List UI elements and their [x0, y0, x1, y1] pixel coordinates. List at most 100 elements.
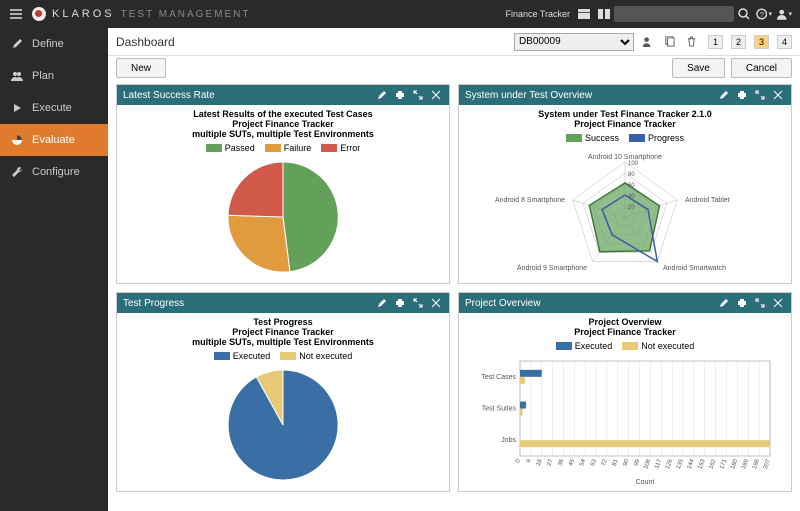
expand-icon[interactable] [411, 88, 425, 102]
svg-text:99: 99 [634, 458, 642, 467]
svg-text:Android 9 Smartphone: Android 9 Smartphone [517, 265, 587, 272]
svg-text:81: 81 [612, 458, 620, 467]
panel-title: Test Progress [123, 298, 184, 309]
sidebar: Define Plan Execute Evaluate Configure [0, 28, 108, 511]
svg-text:72: 72 [601, 458, 609, 467]
sidebar-item-define[interactable]: Define [0, 28, 108, 60]
panel-sut-overview: System under Test Overview System under … [458, 84, 792, 284]
svg-text:20: 20 [628, 205, 635, 211]
svg-text:Android 8 Smartphone: Android 8 Smartphone [495, 197, 565, 204]
chart-title: Latest Results of the executed Test Case… [193, 109, 372, 119]
logo-icon [32, 7, 46, 21]
copy-icon[interactable] [662, 34, 678, 50]
sidebar-item-configure[interactable]: Configure [0, 156, 108, 188]
svg-text:198: 198 [752, 458, 761, 470]
svg-text:40: 40 [628, 194, 635, 200]
svg-text:Jobs: Jobs [501, 437, 516, 444]
sidebar-item-plan[interactable]: Plan [0, 60, 108, 92]
radar-chart: Android 10 Smartphone Android Tablet And… [485, 147, 765, 279]
panel-title: Latest Success Rate [123, 90, 215, 101]
close-icon[interactable] [429, 296, 443, 310]
project-label: Finance Tracker [505, 9, 570, 19]
close-icon[interactable] [771, 88, 785, 102]
sidebar-item-label: Evaluate [32, 134, 75, 146]
print-icon[interactable] [393, 296, 407, 310]
chart-sub2: multiple SUTs, multiple Test Environment… [192, 337, 374, 347]
sidebar-item-label: Execute [32, 102, 72, 114]
edit-icon[interactable] [717, 88, 731, 102]
pie-chart [218, 157, 348, 277]
box-icon[interactable] [576, 6, 592, 22]
chart-title: System under Test Finance Tracker 2.1.0 [538, 109, 711, 119]
svg-text:9: 9 [526, 458, 533, 464]
user-icon[interactable]: ▾ [776, 6, 792, 22]
close-icon[interactable] [429, 88, 443, 102]
search-icon[interactable] [736, 6, 752, 22]
save-button[interactable]: Save [672, 58, 725, 78]
panel-test-progress: Test Progress Test Progress Project Fina… [116, 292, 450, 492]
chart-sub: Project Finance Tracker [574, 119, 676, 129]
chart-sub2: multiple SUTs, multiple Test Environment… [192, 129, 374, 139]
svg-text:63: 63 [590, 458, 598, 467]
svg-text:Count: Count [636, 479, 655, 486]
sidebar-item-execute[interactable]: Execute [0, 92, 108, 124]
svg-text:Android Smartwatch: Android Smartwatch [663, 265, 726, 272]
search-input[interactable] [614, 6, 734, 22]
svg-text:144: 144 [687, 458, 696, 470]
brand-name: KLAROS [52, 8, 115, 20]
crumb-4[interactable]: 4 [777, 35, 792, 49]
wrench-icon [10, 165, 24, 179]
edit-icon[interactable] [375, 296, 389, 310]
chart-sub: Project Finance Tracker [574, 327, 676, 337]
svg-text:45: 45 [568, 458, 576, 467]
cards-icon[interactable] [596, 6, 612, 22]
chart-sub: Project Finance Tracker [232, 119, 334, 129]
svg-text:126: 126 [665, 458, 674, 470]
edit-icon[interactable] [375, 88, 389, 102]
svg-text:36: 36 [557, 458, 565, 467]
panel-title: Project Overview [465, 298, 541, 309]
pie-icon [10, 133, 24, 147]
radar-legend: Success Progress [566, 133, 684, 143]
svg-text:90: 90 [623, 458, 631, 467]
user-add-icon[interactable] [640, 34, 656, 50]
help-icon[interactable]: ?▾ [756, 6, 772, 22]
edit-icon[interactable] [717, 296, 731, 310]
svg-text:0: 0 [515, 458, 522, 464]
sidebar-item-evaluate[interactable]: Evaluate [0, 124, 108, 156]
svg-text:?: ? [760, 10, 764, 19]
pie-legend: Passed Failure Error [206, 143, 361, 153]
menu-icon[interactable] [8, 6, 24, 22]
expand-icon[interactable] [411, 296, 425, 310]
print-icon[interactable] [393, 88, 407, 102]
svg-text:Android 10 Smartphone: Android 10 Smartphone [588, 154, 662, 161]
crumb-2[interactable]: 2 [731, 35, 746, 49]
pencil-icon [10, 37, 24, 51]
print-icon[interactable] [735, 296, 749, 310]
svg-text:171: 171 [719, 458, 728, 470]
bar-legend: Executed Not executed [556, 341, 695, 351]
sidebar-item-label: Define [32, 38, 64, 50]
trash-icon[interactable] [684, 34, 700, 50]
print-icon[interactable] [735, 88, 749, 102]
expand-icon[interactable] [753, 296, 767, 310]
cancel-button[interactable]: Cancel [731, 58, 792, 78]
svg-text:27: 27 [547, 458, 555, 467]
close-icon[interactable] [771, 296, 785, 310]
svg-text:Test Cases: Test Cases [481, 374, 516, 381]
expand-icon[interactable] [753, 88, 767, 102]
page-title: Dashboard [116, 35, 175, 49]
svg-text:153: 153 [698, 458, 707, 470]
crumb-3[interactable]: 3 [754, 35, 769, 49]
sidebar-item-label: Plan [32, 70, 54, 82]
panel-latest-success-rate: Latest Success Rate Latest Results of th… [116, 84, 450, 284]
svg-text:135: 135 [676, 458, 685, 470]
crumb-1[interactable]: 1 [708, 35, 723, 49]
svg-text:180: 180 [730, 458, 739, 470]
svg-text:189: 189 [741, 458, 750, 470]
panel-title: System under Test Overview [465, 90, 592, 101]
dashboard-select[interactable]: DB00009 [514, 33, 634, 51]
svg-text:108: 108 [643, 458, 652, 470]
new-button[interactable]: New [116, 58, 166, 78]
chart-title: Test Progress [253, 317, 312, 327]
